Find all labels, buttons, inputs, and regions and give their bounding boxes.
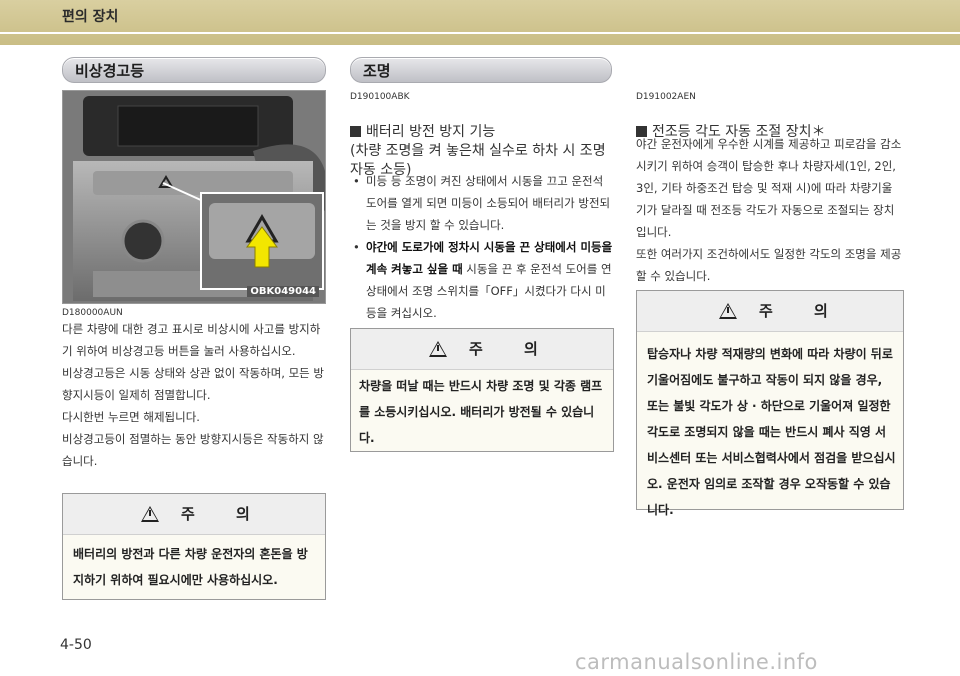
image-label: OBK049044 [247,286,319,297]
headlamp-paragraph: 야간 운전자에게 우수한 시계를 제공하고 피로감을 감소시키기 위하여 승객이… [636,137,902,239]
page-number: 4-50 [60,637,92,653]
code-headlamp-leveling: D191002AEN [636,92,696,102]
headlamp-paragraph: 또한 여러가지 조건하에서도 일정한 각도의 조명을 제공할 수 있습니다. [636,247,902,283]
warning-icon [429,341,447,357]
hazard-description: 다른 차량에 대한 경고 표시로 비상시에 사고를 방지하기 위하여 비상경고등… [62,318,324,472]
chapter-title: 편의 장치 [62,9,119,25]
hazard-paragraph: 다시한번 누르면 해제됩니다. [62,410,200,424]
hazard-paragraph: 비상경고등은 시동 상태와 상관 없이 작동하며, 모든 방향지시등이 일제히 … [62,366,325,402]
caution-title: 주 의 [181,505,268,523]
section-title-lighting: 조명 [363,62,391,80]
caution-body: 탑승자나 차량 적재량의 변화에 따라 차량이 뒤로 기울어짐에도 불구하고 작… [647,347,896,517]
caution-title: 주 의 [759,302,846,320]
headlamp-leveling-description: 야간 운전자에게 우수한 시계를 제공하고 피로감을 감소시키기 위하여 승객이… [636,133,902,287]
code-hazard: D180000AUN [62,308,123,318]
caution-box-lighting: 주 의 차량을 떠날 때는 반드시 차량 조명 및 각종 램프를 소등시키십시오… [350,328,614,452]
header-band: 편의 장치 [0,0,960,45]
section-pill-lighting: 조명 [350,57,612,83]
header-divider [0,32,960,34]
hazard-paragraph: 비상경고등이 점멸하는 동안 방향지시등은 작동하지 않습니다. [62,432,324,468]
section-title-hazard: 비상경고등 [75,62,145,80]
warning-icon [719,303,737,319]
warning-icon [141,506,159,522]
caution-body: 배터리의 방전과 다른 차량 운전자의 혼돈을 방지하기 위하여 필요시에만 사… [73,547,308,587]
square-bullet-icon [350,126,361,137]
watermark: carmanualsonline.info [575,650,818,674]
list-item: 미등 등 조명이 켜진 상태에서 시동을 끄고 운전석 도어를 열게 되면 미등… [350,170,614,236]
hazard-paragraph: 다른 차량에 대한 경고 표시로 비상시에 사고를 방지하기 위하여 비상경고등… [62,322,321,358]
caution-body: 차량을 떠날 때는 반드시 차량 조명 및 각종 램프를 소등시키십시오. 배터… [359,379,603,445]
caution-header: 주 의 [63,494,325,535]
list-item-text: 미등 등 조명이 켜진 상태에서 시동을 끄고 운전석 도어를 열게 되면 미등… [366,174,611,232]
dashboard-illustration [63,91,325,303]
hazard-button-photo: OBK049044 [62,90,326,304]
caution-box-hazard: 주 의 배터리의 방전과 다른 차량 운전자의 혼돈을 방지하기 위하여 필요시… [62,493,326,600]
battery-saver-list: 미등 등 조명이 켜진 상태에서 시동을 끄고 운전석 도어를 열게 되면 미등… [350,170,614,324]
caution-header: 주 의 [637,291,903,332]
code-battery-saver: D190100ABK [350,92,410,102]
section-pill-hazard: 비상경고등 [62,57,326,83]
caution-box-headlamp: 주 의 탑승자나 차량 적재량의 변화에 따라 차량이 뒤로 기울어짐에도 불구… [636,290,904,517]
list-item: 야간에 도로가에 정차시 시동을 끈 상태에서 미등을 계속 켜놓고 싶을 때 … [350,236,614,324]
caution-header: 주 의 [351,329,613,370]
battery-saver-heading: 배터리 방전 방지 기능 (차량 조명을 켜 놓은채 실수로 하차 시 조명 자… [350,104,612,180]
caution-title: 주 의 [469,340,556,358]
